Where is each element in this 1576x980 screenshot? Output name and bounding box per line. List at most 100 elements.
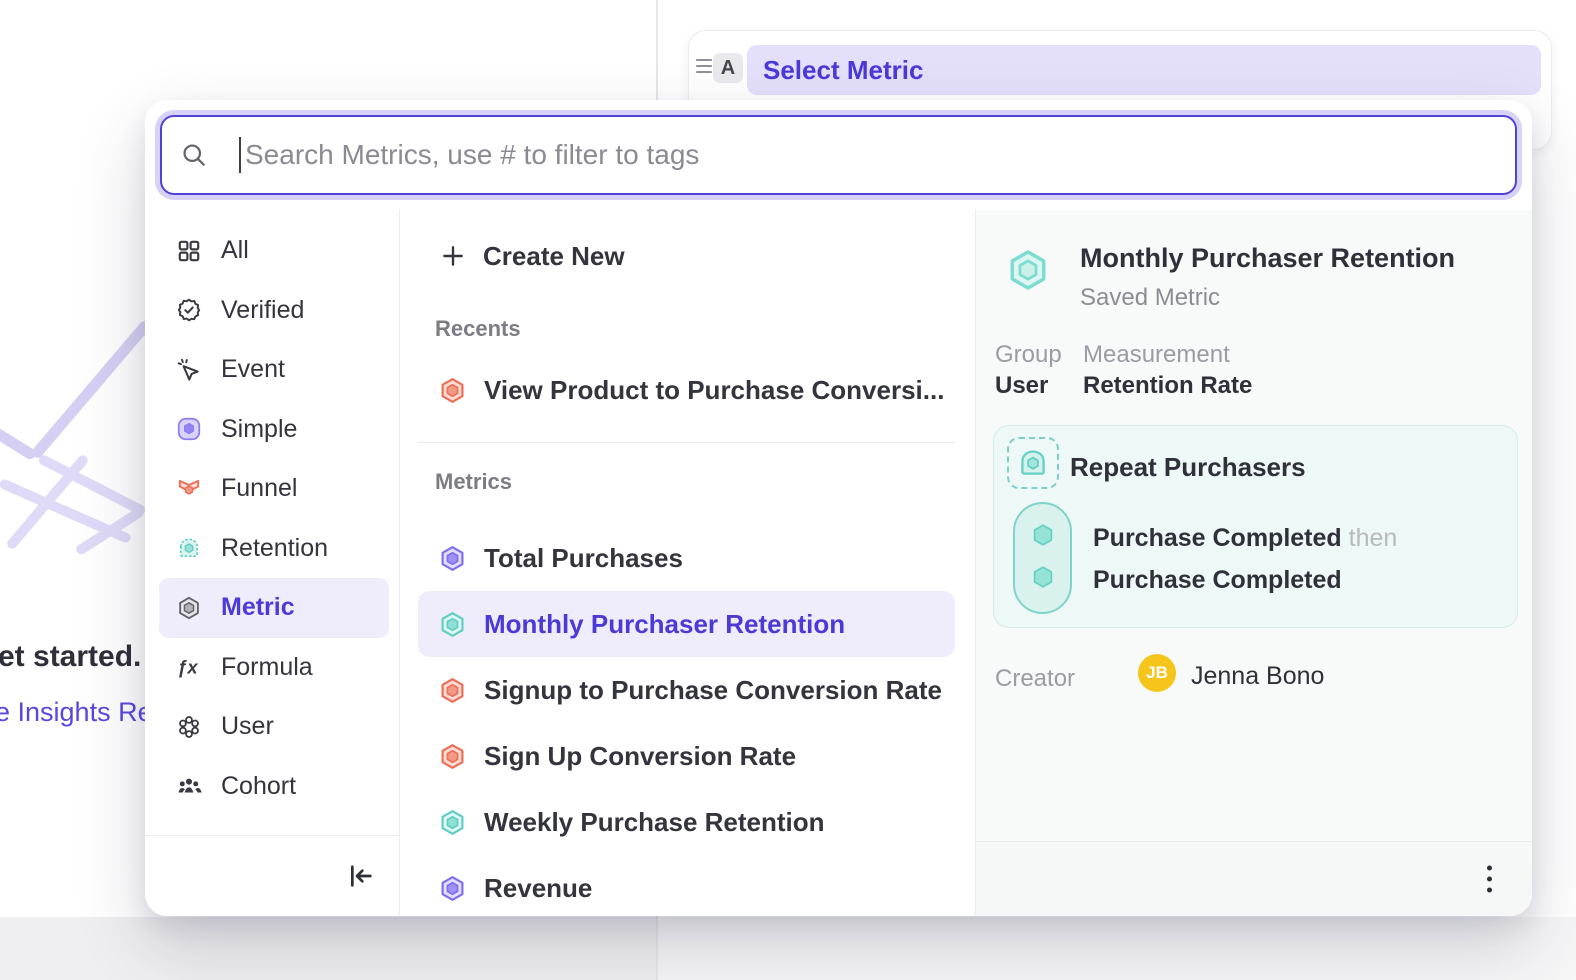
metrics-heading: Metrics <box>418 469 955 495</box>
sidebar-item-label: Verified <box>221 296 304 325</box>
retention-metric-icon <box>438 610 467 639</box>
sidebar-item-simple[interactable]: Simple <box>159 400 389 460</box>
cohort-people-icon <box>176 773 202 799</box>
screen: et started. e Insights Re A Select Metri… <box>0 0 1576 980</box>
retention-arch-icon <box>176 535 202 561</box>
metric-item-label: Sign Up Conversion Rate <box>484 741 796 772</box>
sidebar-item-verified[interactable]: Verified <box>159 281 389 341</box>
search-icon <box>180 141 208 169</box>
sidebar-item-retention[interactable]: Retention <box>159 519 389 579</box>
metric-item-label: Total Purchases <box>484 543 683 574</box>
measurement-value: Retention Rate <box>1083 372 1252 400</box>
step-1-label: Purchase Completed <box>1093 524 1342 552</box>
metric-list-column: Create New Recents View Product to Purch… <box>400 210 976 916</box>
metric-list-item[interactable]: Revenue <box>418 855 955 916</box>
sidebar-item-label: Event <box>221 355 285 384</box>
metric-item-label: Weekly Purchase Retention <box>484 807 825 838</box>
filter-sidebar: All Verified Event Simple Funnel <box>145 210 400 916</box>
background-strip-right <box>658 917 1576 980</box>
create-new-label: Create New <box>483 241 625 272</box>
sidebar-item-label: Funnel <box>221 474 297 503</box>
decorative-line <box>30 319 152 460</box>
event-metric-icon <box>438 874 467 903</box>
measurement-label: Measurement <box>1083 341 1230 369</box>
sidebar-item-label: User <box>221 712 274 741</box>
search-box[interactable] <box>160 115 1517 195</box>
metric-item-label: Monthly Purchaser Retention <box>484 609 845 640</box>
background-strip-left <box>0 917 656 980</box>
sidebar-item-cohort[interactable]: Cohort <box>159 757 389 817</box>
metric-hexagon-icon <box>176 595 202 621</box>
definition-title: Repeat Purchasers <box>1070 452 1306 483</box>
background-link-fragment[interactable]: e Insights Re <box>0 697 153 728</box>
retention-step-icon <box>1007 437 1059 489</box>
sidebar-item-user[interactable]: User <box>159 697 389 757</box>
metric-definition-card: Repeat Purchasers Purchase Completed the… <box>993 425 1518 628</box>
sidebar-item-label: Cohort <box>221 772 296 801</box>
retention-metric-icon <box>438 808 467 837</box>
formula-fx-icon: ƒx <box>176 654 202 680</box>
plus-icon <box>440 243 466 269</box>
metric-list: Total Purchases Monthly Purchaser Retent… <box>400 525 975 916</box>
svg-text:ƒx: ƒx <box>177 657 198 678</box>
metric-item-label: Signup to Purchase Conversion Rate <box>484 675 942 706</box>
sidebar-item-label: Retention <box>221 534 328 563</box>
create-new-button[interactable]: Create New <box>418 236 955 276</box>
collapse-panel-icon <box>345 860 377 892</box>
creator-name: Jenna Bono <box>1191 662 1324 691</box>
detail-title: Monthly Purchaser Retention <box>1080 243 1455 274</box>
metric-list-item[interactable]: Sign Up Conversion Rate <box>418 723 955 789</box>
sidebar-item-label: All <box>221 236 249 265</box>
group-value: User <box>995 372 1048 400</box>
sidebar-item-funnel[interactable]: Funnel <box>159 459 389 519</box>
step-hexagon-icon <box>1029 521 1057 549</box>
search-input[interactable] <box>241 138 1515 172</box>
drag-handle-icon[interactable] <box>696 59 712 73</box>
metric-list-item-selected[interactable]: Monthly Purchaser Retention <box>418 591 955 657</box>
detail-subtitle: Saved Metric <box>1080 284 1220 312</box>
verified-badge-icon <box>176 297 202 323</box>
background-heading-fragment: et started. <box>0 640 141 674</box>
definition-step-2: Purchase Completed <box>1093 566 1342 595</box>
saved-metric-icon <box>1005 247 1051 293</box>
funnel-metric-icon <box>438 676 467 705</box>
group-label: Group <box>995 341 1062 369</box>
funnel-hexagon-icon <box>176 476 202 502</box>
metric-detail-panel: Monthly Purchaser Retention Saved Metric… <box>976 210 1532 916</box>
sidebar-divider <box>145 835 399 836</box>
select-metric-button[interactable]: Select Metric <box>747 45 1541 95</box>
creator-label: Creator <box>995 665 1075 693</box>
sidebar-item-event[interactable]: Event <box>159 340 389 400</box>
metric-list-item[interactable]: Weekly Purchase Retention <box>418 789 955 855</box>
event-metric-icon <box>438 544 467 573</box>
grid-icon <box>176 238 202 264</box>
sidebar-item-label: Metric <box>221 593 295 622</box>
decorative-line <box>0 406 37 461</box>
funnel-metric-icon <box>438 376 467 405</box>
recent-item-label: View Product to Purchase Conversi... <box>484 375 944 406</box>
metric-list-item[interactable]: Total Purchases <box>418 525 955 591</box>
sidebar-item-label: Formula <box>221 653 313 682</box>
sidebar-item-label: Simple <box>221 415 297 444</box>
metric-item-label: Revenue <box>484 873 592 904</box>
series-badge: A <box>713 53 743 83</box>
metric-list-item[interactable]: Signup to Purchase Conversion Rate <box>418 657 955 723</box>
cursor-sparkle-icon <box>176 357 202 383</box>
funnel-metric-icon <box>438 742 467 771</box>
detail-footer <box>976 841 1532 916</box>
step-connector: then <box>1349 524 1398 552</box>
retention-arch-icon <box>1016 446 1050 480</box>
sidebar-item-metric[interactable]: Metric <box>159 578 389 638</box>
creator-avatar[interactable]: JB <box>1138 654 1176 692</box>
definition-step-1: Purchase Completed then <box>1093 524 1397 553</box>
user-flower-icon <box>176 714 202 740</box>
metric-picker-modal: All Verified Event Simple Funnel <box>145 100 1532 916</box>
recent-item[interactable]: View Product to Purchase Conversi... <box>418 364 955 416</box>
collapse-sidebar-button[interactable] <box>345 860 377 892</box>
simple-hexagon-icon <box>176 416 202 442</box>
sidebar-item-formula[interactable]: ƒx Formula <box>159 638 389 698</box>
list-divider <box>418 442 955 443</box>
step-hexagon-icon <box>1029 563 1057 591</box>
sidebar-item-all[interactable]: All <box>159 221 389 281</box>
more-options-button[interactable] <box>1483 862 1496 897</box>
